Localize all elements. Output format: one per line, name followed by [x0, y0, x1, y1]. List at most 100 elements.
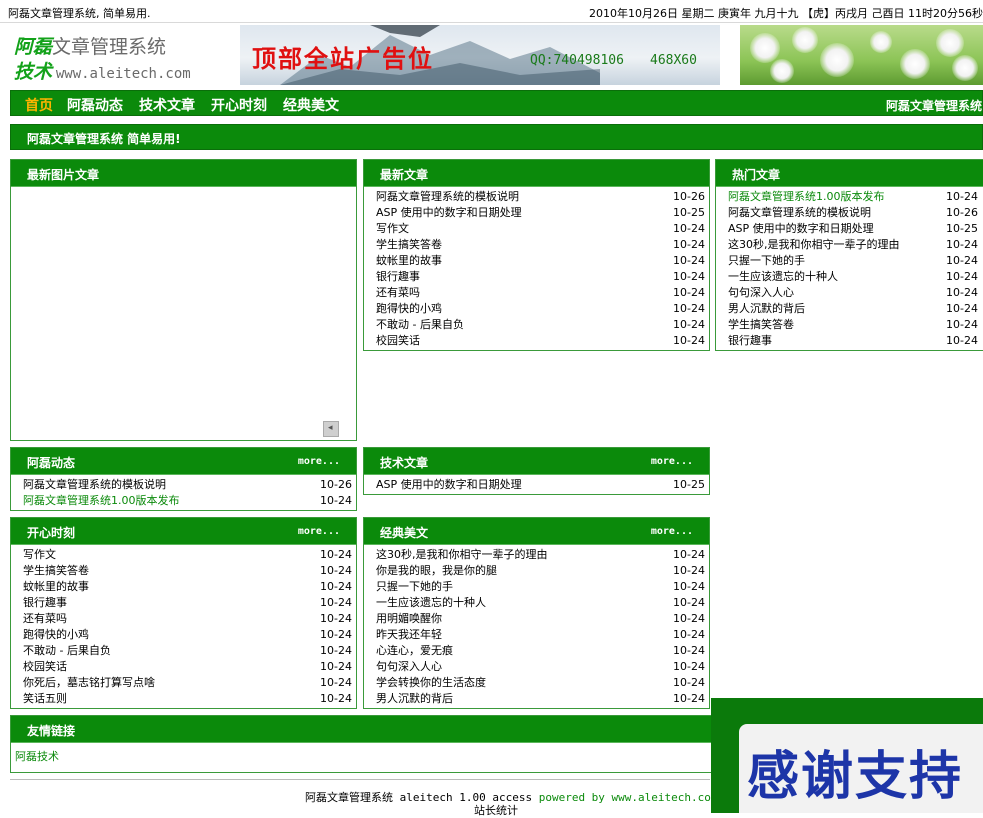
nav-classic[interactable]: 经典美文	[283, 95, 339, 115]
article-link[interactable]: 只握一下她的手	[728, 253, 805, 269]
list-item[interactable]: 还有菜吗 10-24	[23, 611, 352, 627]
nav-home[interactable]: 首页	[25, 95, 53, 115]
scroll-left-button[interactable]: ◂	[323, 421, 339, 437]
article-link[interactable]: ASP 使用中的数字和日期处理	[376, 477, 522, 493]
list-item[interactable]: 不敢动 - 后果自负 10-24	[376, 317, 705, 333]
article-link[interactable]: 男人沉默的背后	[376, 691, 453, 707]
list-item[interactable]: 昨天我还年轻 10-24	[376, 627, 705, 643]
list-item[interactable]: 一生应该遗忘的十种人 10-24	[728, 269, 978, 285]
list-item[interactable]: 心连心，爱无痕 10-24	[376, 643, 705, 659]
article-link[interactable]: 用明媚唤醒你	[376, 611, 442, 627]
article-link[interactable]: 校园笑话	[376, 333, 420, 349]
list-item[interactable]: 句句深入人心 10-24	[728, 285, 978, 301]
article-link[interactable]: 不敢动 - 后果自负	[376, 317, 464, 333]
list-item[interactable]: 还有菜吗 10-24	[376, 285, 705, 301]
article-link[interactable]: 跑得快的小鸡	[23, 627, 89, 643]
footer-powered-link[interactable]: powered by www.aleitech.com	[539, 791, 718, 804]
article-link[interactable]: 银行趣事	[376, 269, 420, 285]
article-link[interactable]: 学会转换你的生活态度	[376, 675, 486, 691]
list-item[interactable]: 阿磊文章管理系统的模板说明 10-26	[376, 189, 705, 205]
article-link[interactable]: 这30秒,是我和你相守一辈子的理由	[376, 547, 548, 563]
article-link[interactable]: 学生搞笑答卷	[376, 237, 442, 253]
article-link[interactable]: ASP 使用中的数字和日期处理	[376, 205, 522, 221]
article-link[interactable]: 句句深入人心	[728, 285, 794, 301]
more-link[interactable]: more...	[298, 456, 340, 467]
list-item[interactable]: 蚊帐里的故事 10-24	[376, 253, 705, 269]
article-link[interactable]: 一生应该遗忘的十种人	[376, 595, 486, 611]
list-item[interactable]: 银行趣事 10-24	[23, 595, 352, 611]
article-link[interactable]: 阿磊文章管理系统的模板说明	[23, 477, 166, 493]
article-link[interactable]: 校园笑话	[23, 659, 67, 675]
list-item[interactable]: 校园笑话 10-24	[23, 659, 352, 675]
article-link[interactable]: 只握一下她的手	[376, 579, 453, 595]
list-item[interactable]: 阿磊文章管理系统1.00版本发布 10-24	[728, 189, 978, 205]
floating-ad[interactable]: 感谢支持	[711, 698, 983, 813]
top-banner-ad[interactable]: 顶部全站广告位 QQ:740498106 468X60	[240, 25, 720, 85]
list-item[interactable]: 学生搞笑答卷 10-24	[23, 563, 352, 579]
list-item[interactable]: 只握一下她的手 10-24	[376, 579, 705, 595]
article-link[interactable]: 银行趣事	[23, 595, 67, 611]
list-item[interactable]: 你死后，墓志铭打算写点啥 10-24	[23, 675, 352, 691]
article-link[interactable]: 阿磊文章管理系统的模板说明	[728, 205, 871, 221]
article-link[interactable]: 笑话五则	[23, 691, 67, 707]
article-link[interactable]: 句句深入人心	[376, 659, 442, 675]
list-item[interactable]: 学会转换你的生活态度 10-24	[376, 675, 705, 691]
list-item[interactable]: 写作文 10-24	[376, 221, 705, 237]
site-stats-link[interactable]: 站长统计	[474, 802, 518, 818]
list-item[interactable]: 阿磊文章管理系统的模板说明 10-26	[23, 477, 352, 493]
more-link[interactable]: more...	[651, 526, 693, 537]
list-item[interactable]: 银行趣事 10-24	[728, 333, 978, 349]
list-item[interactable]: 你是我的眼，我是你的腿 10-24	[376, 563, 705, 579]
nav-tech[interactable]: 技术文章	[139, 95, 195, 115]
nav-news[interactable]: 阿磊动态	[67, 95, 123, 115]
list-item[interactable]: 阿磊文章管理系统1.00版本发布 10-24	[23, 493, 352, 509]
friend-link-alei-tech[interactable]: 阿磊技术	[15, 750, 59, 763]
list-item[interactable]: ASP 使用中的数字和日期处理 10-25	[728, 221, 978, 237]
article-link[interactable]: 男人沉默的背后	[728, 301, 805, 317]
article-link[interactable]: 心连心，爱无痕	[376, 643, 453, 659]
article-link[interactable]: 你是我的眼，我是你的腿	[376, 563, 497, 579]
article-link[interactable]: 写作文	[376, 221, 409, 237]
article-link[interactable]: 跑得快的小鸡	[376, 301, 442, 317]
more-link[interactable]: more...	[651, 456, 693, 467]
list-item[interactable]: 阿磊文章管理系统的模板说明 10-26	[728, 205, 978, 221]
list-item[interactable]: ASP 使用中的数字和日期处理 10-25	[376, 205, 705, 221]
list-item[interactable]: 男人沉默的背后 10-24	[728, 301, 978, 317]
list-item[interactable]: 跑得快的小鸡 10-24	[23, 627, 352, 643]
article-link[interactable]: 阿磊文章管理系统的模板说明	[376, 189, 519, 205]
article-link[interactable]: 昨天我还年轻	[376, 627, 442, 643]
list-item[interactable]: 只握一下她的手 10-24	[728, 253, 978, 269]
list-item[interactable]: 男人沉默的背后 10-24	[376, 691, 705, 707]
article-link[interactable]: 蚊帐里的故事	[376, 253, 442, 269]
list-item[interactable]: 学生搞笑答卷 10-24	[376, 237, 705, 253]
list-item[interactable]: ASP 使用中的数字和日期处理 10-25	[376, 477, 705, 493]
nav-fun[interactable]: 开心时刻	[211, 95, 267, 115]
list-item[interactable]: 一生应该遗忘的十种人 10-24	[376, 595, 705, 611]
article-link[interactable]: 银行趣事	[728, 333, 772, 349]
list-item[interactable]: 这30秒,是我和你相守一辈子的理由 10-24	[376, 547, 705, 563]
article-link[interactable]: 学生搞笑答卷	[728, 317, 794, 333]
list-item[interactable]: 句句深入人心 10-24	[376, 659, 705, 675]
list-item[interactable]: 蚊帐里的故事 10-24	[23, 579, 352, 595]
article-link[interactable]: 蚊帐里的故事	[23, 579, 89, 595]
article-link[interactable]: 一生应该遗忘的十种人	[728, 269, 838, 285]
article-link[interactable]: 还有菜吗	[23, 611, 67, 627]
article-link[interactable]: 学生搞笑答卷	[23, 563, 89, 579]
list-item[interactable]: 用明媚唤醒你 10-24	[376, 611, 705, 627]
more-link[interactable]: more...	[298, 526, 340, 537]
article-link[interactable]: 这30秒,是我和你相守一辈子的理由	[728, 237, 900, 253]
list-item[interactable]: 银行趣事 10-24	[376, 269, 705, 285]
list-item[interactable]: 这30秒,是我和你相守一辈子的理由 10-24	[728, 237, 978, 253]
list-item[interactable]: 写作文 10-24	[23, 547, 352, 563]
article-link[interactable]: 阿磊文章管理系统1.00版本发布	[728, 189, 885, 205]
site-logo[interactable]: 阿磊文章管理系统 技术 www.aleitech.com	[14, 30, 214, 83]
article-link[interactable]: 阿磊文章管理系统1.00版本发布	[23, 493, 180, 509]
list-item[interactable]: 跑得快的小鸡 10-24	[376, 301, 705, 317]
list-item[interactable]: 不敢动 - 后果自负 10-24	[23, 643, 352, 659]
list-item[interactable]: 校园笑话 10-24	[376, 333, 705, 349]
list-item[interactable]: 笑话五则 10-24	[23, 691, 352, 707]
list-item[interactable]: 学生搞笑答卷 10-24	[728, 317, 978, 333]
article-link[interactable]: 不敢动 - 后果自负	[23, 643, 111, 659]
article-link[interactable]: ASP 使用中的数字和日期处理	[728, 221, 874, 237]
article-link[interactable]: 还有菜吗	[376, 285, 420, 301]
